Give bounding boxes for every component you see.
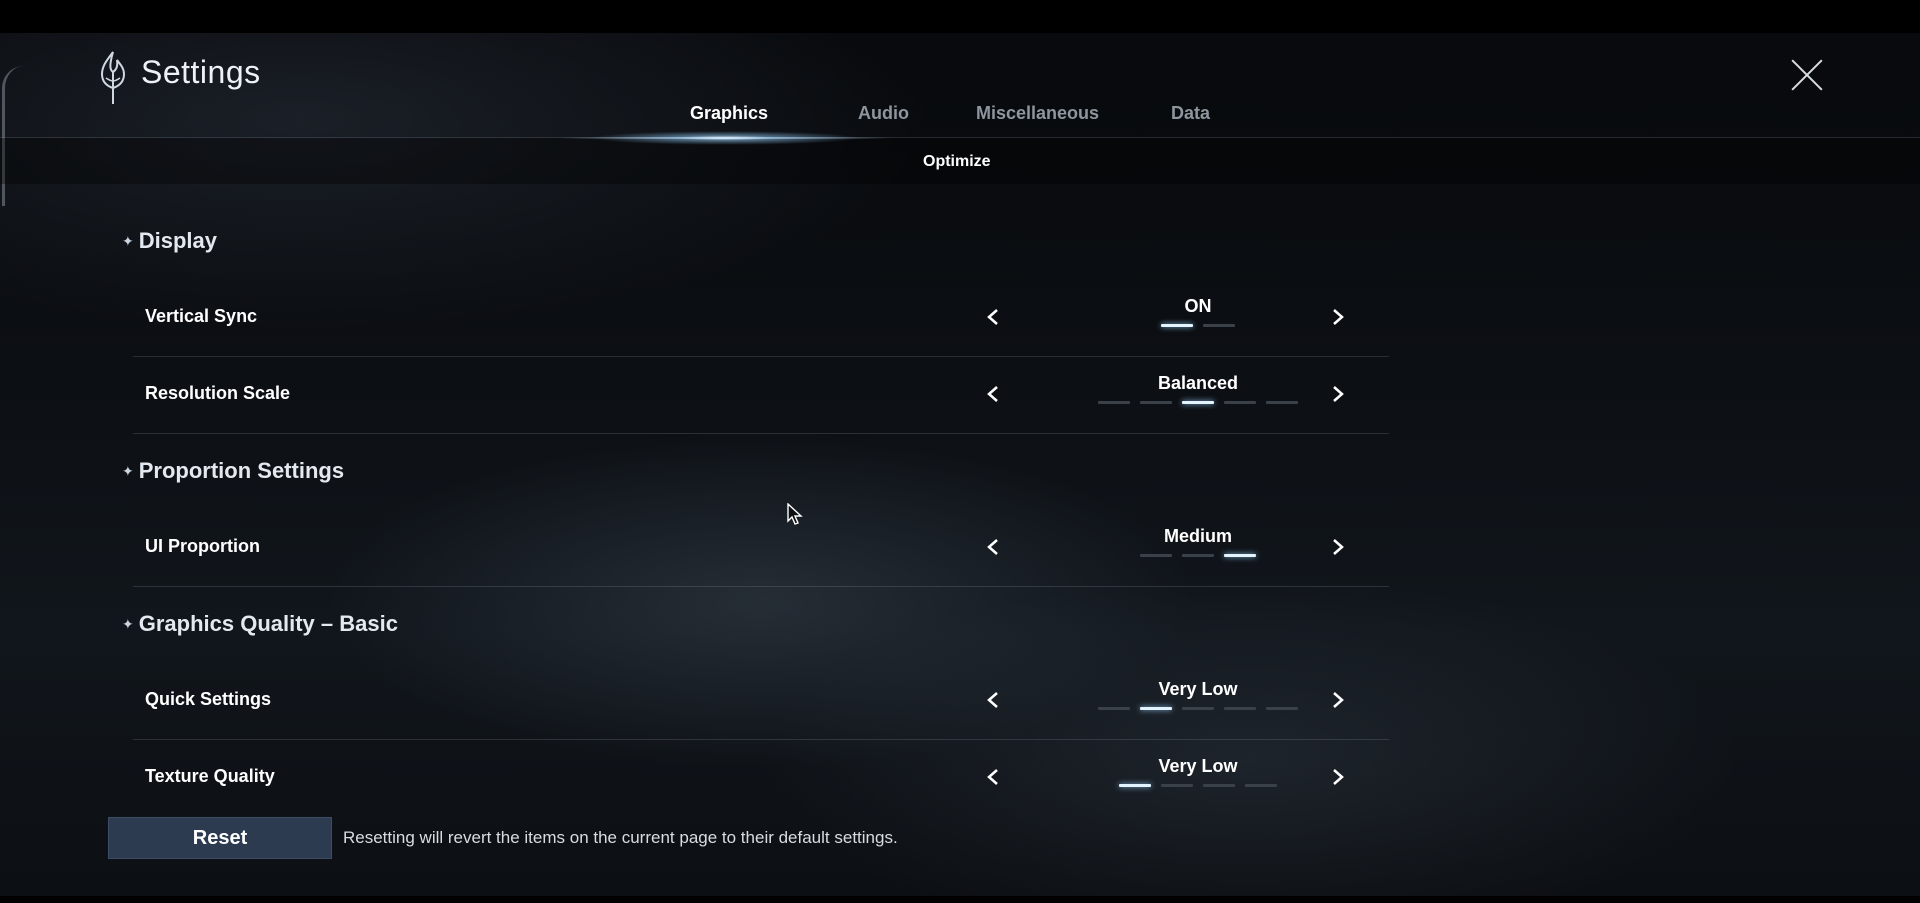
setting-row-vertical-sync: Vertical Sync ON — [133, 280, 1389, 357]
option-segment-selected — [1140, 707, 1172, 710]
section-header-proportion-settings: ✦ Proportion Settings — [122, 456, 344, 486]
chevron-right-icon — [1333, 309, 1344, 325]
setting-row-ui-proportion: UI Proportion Medium — [133, 510, 1389, 587]
prev-option-button[interactable] — [978, 532, 1008, 562]
option-indicator — [1063, 554, 1333, 558]
option-segment — [1161, 784, 1193, 787]
reset-button[interactable]: Reset — [108, 817, 332, 859]
option-segment-selected — [1119, 784, 1151, 787]
option-segment — [1140, 554, 1172, 557]
option-segment — [1182, 554, 1214, 557]
option-segment-selected — [1224, 554, 1256, 557]
option-indicator — [1063, 401, 1333, 405]
chevron-left-icon — [987, 692, 998, 708]
chevron-right-icon — [1333, 539, 1344, 555]
prev-option-button[interactable] — [978, 302, 1008, 332]
chevron-right-icon — [1333, 692, 1344, 708]
section-title: Graphics Quality – Basic — [138, 611, 398, 636]
sparkle-icon: ✦ — [122, 616, 134, 632]
chevron-left-icon — [987, 309, 998, 325]
next-option-button[interactable] — [1323, 379, 1353, 409]
setting-row-quick-settings: Quick Settings Very Low — [133, 663, 1389, 740]
chevron-left-icon — [987, 769, 998, 785]
option-segment — [1098, 401, 1130, 404]
option-segment — [1224, 707, 1256, 710]
chevron-left-icon — [987, 539, 998, 555]
bottom-letterbox — [0, 896, 1920, 903]
sparkle-icon: ✦ — [122, 233, 134, 249]
setting-label: Quick Settings — [145, 689, 272, 709]
option-segment — [1266, 707, 1298, 710]
tab-miscellaneous[interactable]: Miscellaneous — [976, 103, 1099, 124]
setting-row-resolution-scale: Resolution Scale Balanced — [133, 357, 1389, 434]
setting-row-texture-quality: Texture Quality Very Low — [133, 740, 1389, 816]
option-indicator — [1063, 707, 1333, 711]
prev-option-button[interactable] — [978, 762, 1008, 792]
option-segment — [1245, 784, 1277, 787]
setting-value: ON — [1184, 296, 1212, 316]
chevron-right-icon — [1333, 386, 1344, 402]
setting-value: Very Low — [1158, 679, 1238, 699]
tab-bar: Graphics Audio Miscellaneous Data — [0, 100, 1920, 140]
setting-value: Balanced — [1157, 373, 1239, 393]
option-segment-selected — [1182, 401, 1214, 404]
page-title: Settings — [141, 54, 261, 90]
top-letterbox — [0, 0, 1920, 33]
section-header-display: ✦ Display — [122, 226, 217, 256]
settings-screen: Settings Graphics Audio Miscellaneous Da… — [0, 0, 1920, 903]
section-title: Display — [138, 228, 217, 253]
prev-option-button[interactable] — [978, 685, 1008, 715]
chevron-right-icon — [1333, 769, 1344, 785]
option-segment — [1098, 707, 1130, 710]
option-segment — [1266, 401, 1298, 404]
option-indicator — [1063, 324, 1333, 328]
sparkle-icon: ✦ — [122, 463, 134, 479]
next-option-button[interactable] — [1323, 762, 1353, 792]
close-icon[interactable] — [1790, 58, 1824, 92]
settings-emblem-icon — [100, 51, 126, 104]
option-segment — [1224, 401, 1256, 404]
next-option-button[interactable] — [1323, 532, 1353, 562]
option-indicator — [1063, 784, 1333, 788]
setting-label: Resolution Scale — [145, 383, 291, 403]
prev-option-button[interactable] — [978, 379, 1008, 409]
chevron-left-icon — [987, 386, 998, 402]
option-segment — [1203, 784, 1235, 787]
setting-value: Very Low — [1158, 756, 1238, 776]
subtab-optimize[interactable]: Optimize — [923, 153, 991, 171]
setting-label: Texture Quality — [145, 766, 275, 786]
tab-graphics[interactable]: Graphics — [690, 103, 768, 124]
tab-audio[interactable]: Audio — [858, 103, 909, 124]
next-option-button[interactable] — [1323, 685, 1353, 715]
tab-data[interactable]: Data — [1171, 103, 1210, 124]
section-title: Proportion Settings — [138, 458, 345, 483]
reset-description: Resetting will revert the items on the c… — [343, 828, 898, 847]
option-segment — [1140, 401, 1172, 404]
next-option-button[interactable] — [1323, 302, 1353, 332]
option-segment — [1203, 324, 1235, 327]
option-segment-selected — [1161, 324, 1193, 327]
option-segment — [1182, 707, 1214, 710]
mouse-cursor-icon — [787, 503, 803, 525]
setting-label: Vertical Sync — [145, 306, 258, 326]
setting-label: UI Proportion — [145, 536, 260, 556]
active-tab-indicator-glow — [590, 131, 860, 145]
section-header-graphics-quality-basic: ✦ Graphics Quality – Basic — [122, 609, 398, 639]
setting-value: Medium — [1163, 526, 1232, 546]
